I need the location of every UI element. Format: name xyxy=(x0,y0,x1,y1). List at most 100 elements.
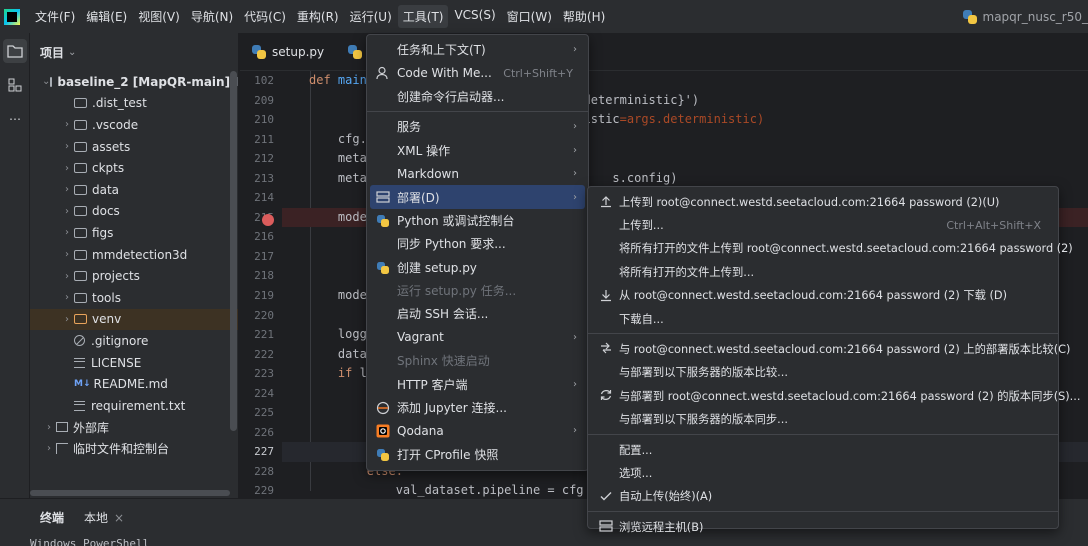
deploy-menu-item[interactable]: 选项... xyxy=(591,461,1055,484)
menu-item-2[interactable]: 视图(V) xyxy=(133,5,185,28)
line-number: 217 xyxy=(254,249,274,263)
tools-menu-item[interactable]: XML 操作 › xyxy=(370,139,585,162)
tools-menu-item[interactable]: Vagrant › xyxy=(370,326,585,349)
tree-item[interactable]: requirement.txt xyxy=(30,395,238,417)
tree-item[interactable]: › 临时文件和控制台 xyxy=(30,438,238,460)
tab-setup-py[interactable]: setup.py xyxy=(240,33,336,71)
tools-menu-item[interactable]: 创建命令行启动器... xyxy=(370,85,585,108)
terminal-output[interactable]: Windows PowerShell xyxy=(30,537,149,546)
chevron-icon[interactable]: › xyxy=(60,271,74,282)
menu-item-3[interactable]: 导航(N) xyxy=(186,5,238,28)
line-number: 219 xyxy=(254,289,274,303)
line-number: 226 xyxy=(254,425,274,439)
tree-item[interactable]: › venv xyxy=(30,308,238,331)
tree-item-label: venv xyxy=(92,312,122,327)
tree-item[interactable]: .gitignore xyxy=(30,330,238,352)
tree-item[interactable]: ⌄baseline_2 [MapQR-main]E:\ xyxy=(30,71,238,93)
chevron-icon[interactable]: › xyxy=(60,184,74,195)
deploy-menu-item[interactable]: 将所有打开的文件上传到 root@connect.westd.seetaclou… xyxy=(591,237,1073,260)
deploy-menu-item[interactable]: 与部署到以下服务器的版本比较... xyxy=(591,361,1055,384)
tools-menu-item[interactable]: 创建 setup.py xyxy=(370,256,585,279)
tree-item[interactable]: › 外部库 xyxy=(30,417,238,439)
tree-item[interactable]: › docs xyxy=(30,201,238,223)
chevron-icon[interactable]: › xyxy=(60,206,74,217)
chevron-right-icon: › xyxy=(573,425,577,437)
tree-item[interactable]: › projects xyxy=(30,265,238,287)
horizontal-scrollbar[interactable] xyxy=(30,490,230,496)
chevron-icon[interactable]: › xyxy=(60,292,74,303)
deploy-menu-item[interactable]: 将所有打开的文件上传到... xyxy=(591,260,1055,283)
chevron-icon[interactable]: › xyxy=(60,227,74,238)
deploy-menu-item[interactable]: 下载自... xyxy=(591,307,1055,330)
vertical-scrollbar[interactable] xyxy=(230,71,237,431)
menu-item-5[interactable]: 重构(R) xyxy=(292,5,344,28)
tools-menu: 任务和上下文(T) › Code With Me... Ctrl+Shift+Y 创建命… xyxy=(366,34,589,471)
code-token: meta xyxy=(309,151,367,166)
menu-item-0[interactable]: 文件(F) xyxy=(30,5,80,28)
tree-item-label: assets xyxy=(92,139,131,154)
tab-local[interactable]: 本地 × xyxy=(84,509,124,526)
menu-separator xyxy=(588,433,1058,435)
close-icon[interactable]: × xyxy=(114,511,124,525)
deploy-menu-item[interactable]: 配置... xyxy=(591,438,1055,461)
tools-menu-item[interactable]: Qodana › xyxy=(370,419,585,442)
tools-menu-item[interactable]: Python 或调试控制台 xyxy=(370,209,585,232)
terminal-title[interactable]: 终端 xyxy=(40,509,64,526)
deploy-menu-item[interactable]: 浏览远程主机(B) xyxy=(591,515,1055,538)
tools-menu-item[interactable]: 打开 CProfile 快照 xyxy=(370,443,585,466)
tools-menu-item[interactable]: 同步 Python 要求... xyxy=(370,232,585,255)
tools-menu-item[interactable]: 添加 Jupyter 连接... xyxy=(370,396,585,419)
menu-item-4[interactable]: 代码(C) xyxy=(239,5,291,28)
chevron-icon[interactable]: › xyxy=(60,119,74,130)
menu-item-9[interactable]: 窗口(W) xyxy=(502,5,557,28)
chevron-icon[interactable]: › xyxy=(42,443,56,454)
project-panel-header[interactable]: 项目 ⌄ xyxy=(30,33,238,71)
tree-item[interactable]: › mmdetection3d xyxy=(30,244,238,266)
tree-item[interactable]: › figs xyxy=(30,222,238,244)
deploy-menu-item[interactable]: 自动上传(始终)(A) xyxy=(591,485,1055,508)
tools-menu-item[interactable]: 服务 › xyxy=(370,115,585,138)
deploy-menu-item[interactable]: 从 root@connect.westd.seetacloud.com:2166… xyxy=(591,284,1055,307)
chevron-icon[interactable]: › xyxy=(60,141,74,152)
tree-item[interactable]: › .vscode xyxy=(30,114,238,136)
menu-item-10[interactable]: 帮助(H) xyxy=(558,5,610,28)
tree-item[interactable]: › ckpts xyxy=(30,157,238,179)
tree-item[interactable]: › data xyxy=(30,179,238,201)
tree-item[interactable]: › tools xyxy=(30,287,238,309)
tools-menu-item[interactable]: 任务和上下文(T) › xyxy=(370,38,585,61)
menu-item-7[interactable]: 工具(T) xyxy=(397,5,449,28)
tools-menu-item[interactable]: Code With Me... Ctrl+Shift+Y xyxy=(370,61,585,84)
menu-item-8[interactable]: VCS(S) xyxy=(449,5,500,28)
deploy-menu-item[interactable]: 与部署到 root@connect.westd.seetacloud.com:2… xyxy=(591,384,1080,407)
tree-item[interactable]: › assets xyxy=(30,136,238,158)
breakpoint-icon[interactable] xyxy=(262,214,274,226)
more-tools-icon[interactable]: ⋯ xyxy=(3,107,27,131)
pycharm-logo-icon[interactable] xyxy=(4,8,20,25)
tree-item[interactable]: M↓ README.md xyxy=(30,373,238,395)
chevron-icon[interactable]: › xyxy=(42,422,56,433)
tree-item[interactable]: .dist_test xyxy=(30,93,238,115)
deploy-menu-item[interactable]: 上传到... Ctrl+Alt+Shift+X xyxy=(591,213,1055,236)
tools-menu-item[interactable]: 启动 SSH 会话... xyxy=(370,302,585,325)
project-folder-icon[interactable] xyxy=(3,39,27,63)
deploy-menu-item-label: 与部署到以下服务器的版本比较... xyxy=(619,366,788,380)
menu-item-1[interactable]: 编辑(E) xyxy=(81,5,132,28)
tools-menu-item-label: Qodana xyxy=(397,423,444,438)
deploy-menu-item[interactable]: 上传到 root@connect.westd.seetacloud.com:21… xyxy=(591,190,1055,213)
deploy-menu-item[interactable]: 与 root@connect.westd.seetacloud.com:2166… xyxy=(591,337,1070,360)
chevron-icon[interactable]: › xyxy=(60,163,74,174)
tree-item[interactable]: LICENSE xyxy=(30,352,238,374)
project-name[interactable]: mapqr_nusc_r50_ xyxy=(962,0,1088,33)
menu-item-6[interactable]: 运行(U) xyxy=(345,5,397,28)
tools-menu-item[interactable]: Markdown › xyxy=(370,162,585,185)
chevron-icon[interactable]: › xyxy=(60,249,74,260)
line-number-gutter[interactable]: 102 209 210 211 212 213 214 215 216 217 218 219 220 2… xyxy=(240,71,282,501)
chevron-icon[interactable]: › xyxy=(60,314,74,325)
structure-icon[interactable] xyxy=(3,73,27,97)
deploy-menu-item[interactable]: 与部署到以下服务器的版本同步... xyxy=(591,408,1055,431)
tools-menu-item[interactable]: HTTP 客户端 › xyxy=(370,372,585,395)
chevron-icon[interactable]: ⌄ xyxy=(42,76,50,87)
folder-icon xyxy=(74,206,87,217)
tools-menu-item[interactable]: 部署(D) › xyxy=(370,185,585,209)
